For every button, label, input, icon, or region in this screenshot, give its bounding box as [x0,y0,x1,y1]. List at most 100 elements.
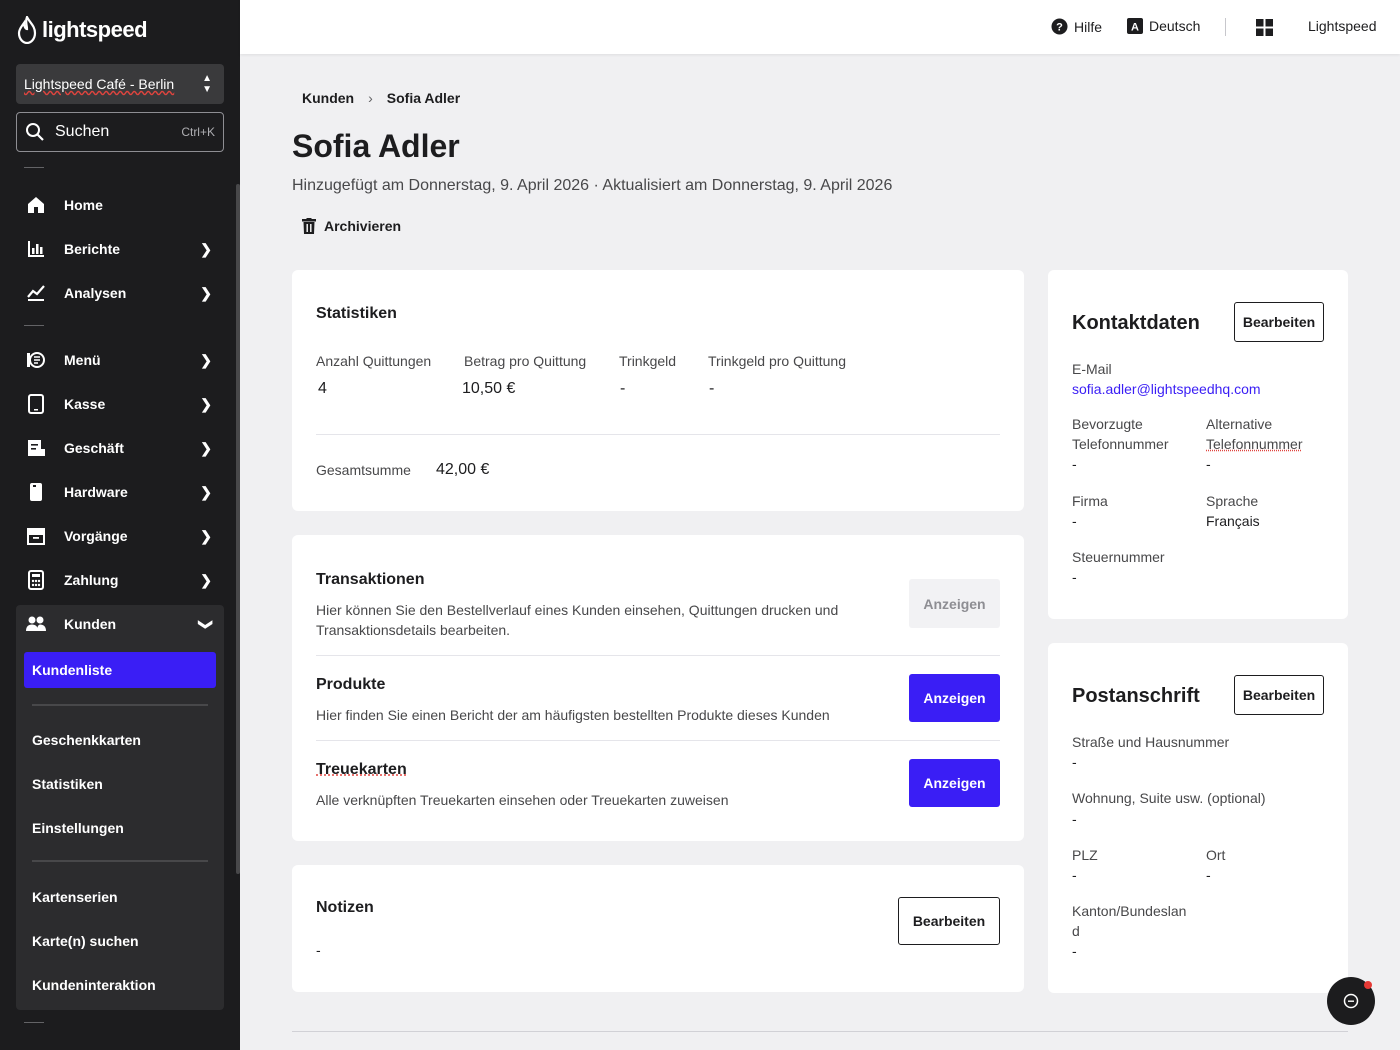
stat-label: Betrag pro Quittung [464,353,587,369]
street-label: Straße und Hausnummer [1072,734,1230,750]
search-button[interactable]: Suchen Ctrl+K [16,112,224,152]
chevron-right-icon: ❯ [200,528,212,544]
page-meta: Hinzugefügt am Donnerstag, 9. April 2026… [292,177,893,194]
stat-value: 4 [318,380,327,397]
section-desc-line: Hier können Sie den Bestellverlauf eines… [316,602,839,618]
sidebar-item-analysen[interactable]: Analysen ❯ [16,271,224,315]
sidebar-subdivider [32,860,208,862]
help-icon: ? [1051,18,1068,35]
address-edit-button[interactable]: Bearbeiten [1234,675,1324,715]
archive-box-icon [27,528,45,545]
sidebar-item-label: Zahlung [64,572,119,588]
sidebar-item-vorgaenge[interactable]: Vorgänge ❯ [16,514,224,558]
chevron-right-icon: ❯ [200,484,212,500]
sidebar-subitem-statistiken[interactable]: Statistiken [16,766,208,802]
sidebar-item-kasse[interactable]: Kasse ❯ [16,382,224,426]
breadcrumb-current: Sofia Adler [386,90,461,106]
sidebar-item-label: Kunden [64,616,117,632]
produkte-anzeigen-button[interactable]: Anzeigen [909,674,1000,722]
divider [316,434,1000,435]
phone-label-line: Telefonnummer [1072,436,1169,452]
sidebar-item-zahlung[interactable]: Zahlung ❯ [16,558,224,602]
sidebar-item-geschaeft[interactable]: Geschäft ❯ [16,426,224,470]
phone-label: Bevorzugte Telefonnummer [1072,414,1169,454]
people-icon [26,616,46,631]
sidebar-item-kunden[interactable]: Kunden ❯ [16,602,224,646]
sidebar-item-home[interactable]: Home [16,183,224,227]
chevron-right-icon: ❯ [200,352,212,368]
updown-chevron-icon: ▲ ▼ [202,73,212,95]
language-value: Français [1206,513,1260,529]
sidebar-subitem-kundenliste[interactable]: Kundenliste [24,652,216,688]
street-value: - [1072,754,1077,770]
apt-label: Wohnung, Suite usw. (optional) [1072,790,1266,806]
grid-icon [1256,19,1273,36]
archive-button[interactable]: Archivieren [302,218,401,234]
sidebar-item-berichte[interactable]: Berichte ❯ [16,227,224,271]
notification-dot [1364,981,1372,989]
transaktionen-anzeigen-button[interactable]: Anzeigen [909,579,1000,628]
contact-title: Kontaktdaten [1072,312,1200,334]
chevron-right-icon: ❯ [200,572,212,588]
zip-value: - [1072,867,1077,883]
trash-icon [302,218,316,234]
total-value: 42,00 € [436,461,490,478]
sidebar-item-label: Menü [64,352,101,368]
svg-text:A: A [1131,22,1139,34]
device-icon [30,483,42,501]
sidebar-divider [24,1022,44,1023]
search-label: Suchen [55,123,110,140]
contact-card: Kontaktdaten Bearbeiten E-Mail sofia.adl… [1048,270,1348,619]
sidebar-subitem-karten-suchen[interactable]: Karte(n) suchen [16,923,208,959]
sidebar-scrollbar[interactable] [236,184,240,874]
city-value: - [1206,867,1211,883]
breadcrumb-parent[interactable]: Kunden [302,90,354,106]
phone-value: - [1072,456,1077,472]
account-menu[interactable]: Lightspeed [1308,18,1377,34]
contact-edit-button[interactable]: Bearbeiten [1234,302,1324,342]
state-value: - [1072,943,1077,959]
email-link[interactable]: sofia.adler@lightspeedhq.com [1072,381,1261,397]
stat-value: - [709,380,715,397]
sidebar-item-menu[interactable]: Menü ❯ [16,338,224,382]
home-icon [28,197,44,213]
language-selector[interactable]: A Deutsch [1127,18,1200,34]
app-switcher-button[interactable] [1256,19,1273,36]
sidebar-item-label: Vorgänge [64,528,128,544]
language-icon: A [1127,18,1143,34]
breadcrumb: Kunden › Sofia Adler [302,90,460,106]
sidebar-item-hardware[interactable]: Hardware ❯ [16,470,224,514]
treuekarten-anzeigen-button[interactable]: Anzeigen [909,759,1000,807]
address-title: Postanschrift [1072,685,1200,707]
archive-label: Archivieren [324,218,402,234]
help-link[interactable]: ? Hilfe [1051,18,1102,35]
store-selector[interactable]: Lightspeed Café - Berlin ▲ ▼ [16,64,224,104]
section-desc: Alle verknüpften Treuekarten einsehen od… [316,792,729,808]
flame-icon [17,16,37,44]
notes-card: Notizen - Bearbeiten [292,865,1024,992]
menu-book-icon [27,352,45,368]
sidebar-item-label: Analysen [64,285,127,301]
topbar-separator [1225,18,1226,36]
notes-edit-button[interactable]: Bearbeiten [898,897,1000,945]
sidebar-subitem-einstellungen[interactable]: Einstellungen [16,810,208,846]
alt-phone-label-line: Telefonnummer [1206,436,1303,452]
zip-label: PLZ [1072,847,1098,863]
email-label: E-Mail [1072,361,1112,377]
sidebar-item-label: Home [64,197,103,213]
account-label: Lightspeed [1308,18,1377,34]
chat-button[interactable] [1327,977,1375,1025]
sections-card: Transaktionen Hier können Sie den Bestel… [292,535,1024,841]
chevron-right-icon: ❯ [200,440,212,456]
notes-title: Notizen [316,899,374,916]
logo-text: lightspeed [42,17,148,42]
store-name: Lightspeed Café - Berlin [24,76,175,92]
sidebar-subitem-kartenserien[interactable]: Kartenserien [16,879,208,915]
page-title: Sofia Adler [292,128,460,164]
calculator-icon [28,570,44,590]
section-desc-line: Transaktionsdetails bearbeiten. [316,622,511,638]
lightspeed-logo[interactable]: lightspeed [16,16,148,44]
sidebar-subitem-geschenkkarten[interactable]: Geschenkkarten [16,722,208,758]
sidebar-subitem-kundeninteraktion[interactable]: Kundeninteraktion [16,967,208,1003]
total-label: Gesamtsumme [316,462,411,478]
